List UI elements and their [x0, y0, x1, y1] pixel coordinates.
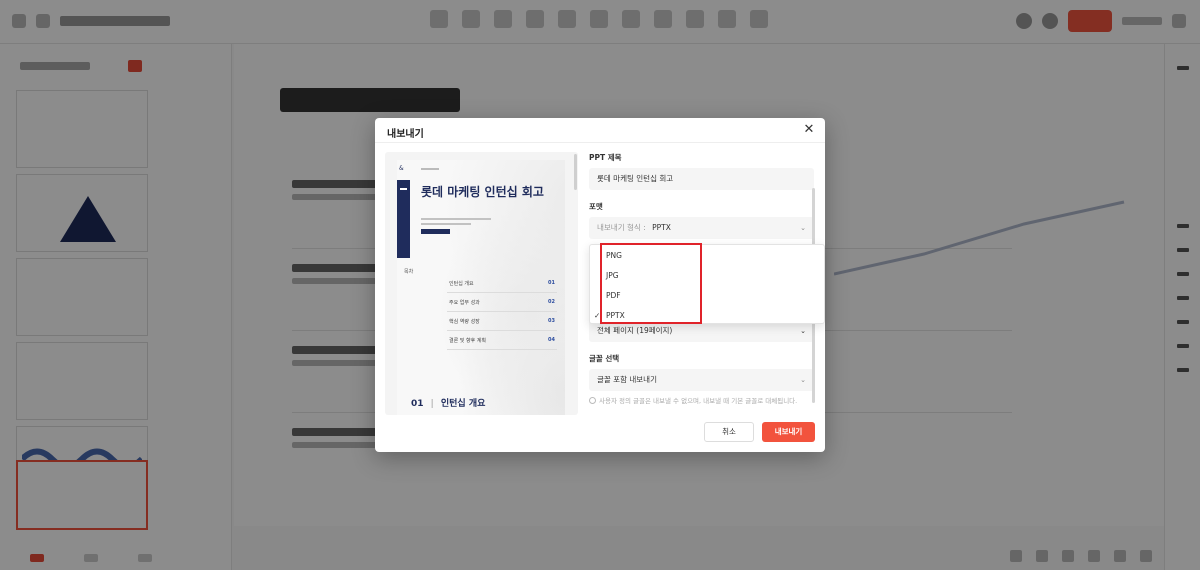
divider [375, 142, 825, 143]
footer-text: 인턴십 개요 [440, 399, 486, 409]
font-info: 사용자 정의 글꼴은 내보낼 수 없으며, 내보낼 때 기본 글꼴로 대체됩니다… [589, 397, 814, 415]
format-prefix: 내보내기 형식 : [597, 223, 646, 232]
footer-number: 01 [411, 399, 424, 409]
font-label: 글꼴 선택 [589, 354, 620, 363]
preview-scrollbar[interactable] [574, 154, 577, 190]
font-info-text: 사용자 정의 글꼴은 내보낼 수 없으며, 내보낼 때 기본 글꼴로 대체됩니다… [599, 397, 798, 405]
cancel-button[interactable]: 취소 [704, 422, 754, 442]
preview-title: 롯데 마케팅 인턴십 회고 [421, 185, 544, 199]
close-icon[interactable]: ✕ [801, 122, 817, 138]
format-value: PPTX [652, 223, 671, 232]
toc-item-text: 결론 및 향후 계획 [449, 338, 486, 344]
toc-item: 핵심 역량 성장 03 [447, 313, 557, 331]
dialog-title: 내보내기 [387, 129, 424, 140]
toc-item-text: 주요 업무 성과 [449, 300, 480, 306]
toc-item-number: 04 [548, 337, 555, 343]
toc-item: 결론 및 향후 계획 04 [447, 332, 557, 350]
toc-label: 목차 [404, 269, 414, 275]
slide-preview[interactable]: & 롯데 마케팅 인턴십 회고 목차 인턴십 개요 01 주요 업무 성과 02… [385, 152, 578, 415]
range-value: 전체 페이지 (19페이지) [597, 326, 673, 335]
slide-footer: 01 | 인턴십 개요 [411, 396, 485, 409]
slide-subtext [421, 218, 491, 220]
format-label: 포맷 [589, 202, 603, 211]
chevron-down-icon: ⌄ [800, 224, 806, 232]
highlight-box [600, 243, 702, 324]
footer-separator: | [430, 399, 434, 409]
slide-subtext [421, 223, 471, 225]
toc-item-number: 02 [548, 299, 555, 305]
slide-accent-bar [397, 180, 410, 258]
ppt-title-input[interactable]: 롯데 마케팅 인턴십 회고 [589, 168, 814, 190]
preview-slide: & 롯데 마케팅 인턴십 회고 목차 인턴십 개요 01 주요 업무 성과 02… [397, 160, 565, 415]
toc-item: 인턴십 개요 01 [447, 275, 557, 293]
toc-item-number: 01 [548, 280, 555, 286]
toc-item-text: 인턴십 개요 [449, 281, 474, 287]
toc-item-text: 핵심 역량 성장 [449, 319, 480, 325]
slide-caption [421, 168, 439, 170]
toc-item-number: 03 [548, 318, 555, 324]
slide-tag [421, 229, 450, 234]
chevron-down-icon: ⌄ [800, 376, 806, 384]
format-select[interactable]: 내보내기 형식 : PPTX ⌄ [589, 217, 814, 239]
toc-item: 주요 업무 성과 02 [447, 294, 557, 312]
brand-logo: & [399, 165, 404, 172]
ppt-title-label: PPT 제목 [589, 153, 622, 162]
export-button[interactable]: 내보내기 [762, 422, 815, 442]
font-select[interactable]: 글꼴 포함 내보내기 ⌄ [589, 369, 814, 391]
font-value: 글꼴 포함 내보내기 [597, 375, 657, 384]
info-icon [589, 397, 596, 404]
accent-mark [400, 188, 407, 190]
